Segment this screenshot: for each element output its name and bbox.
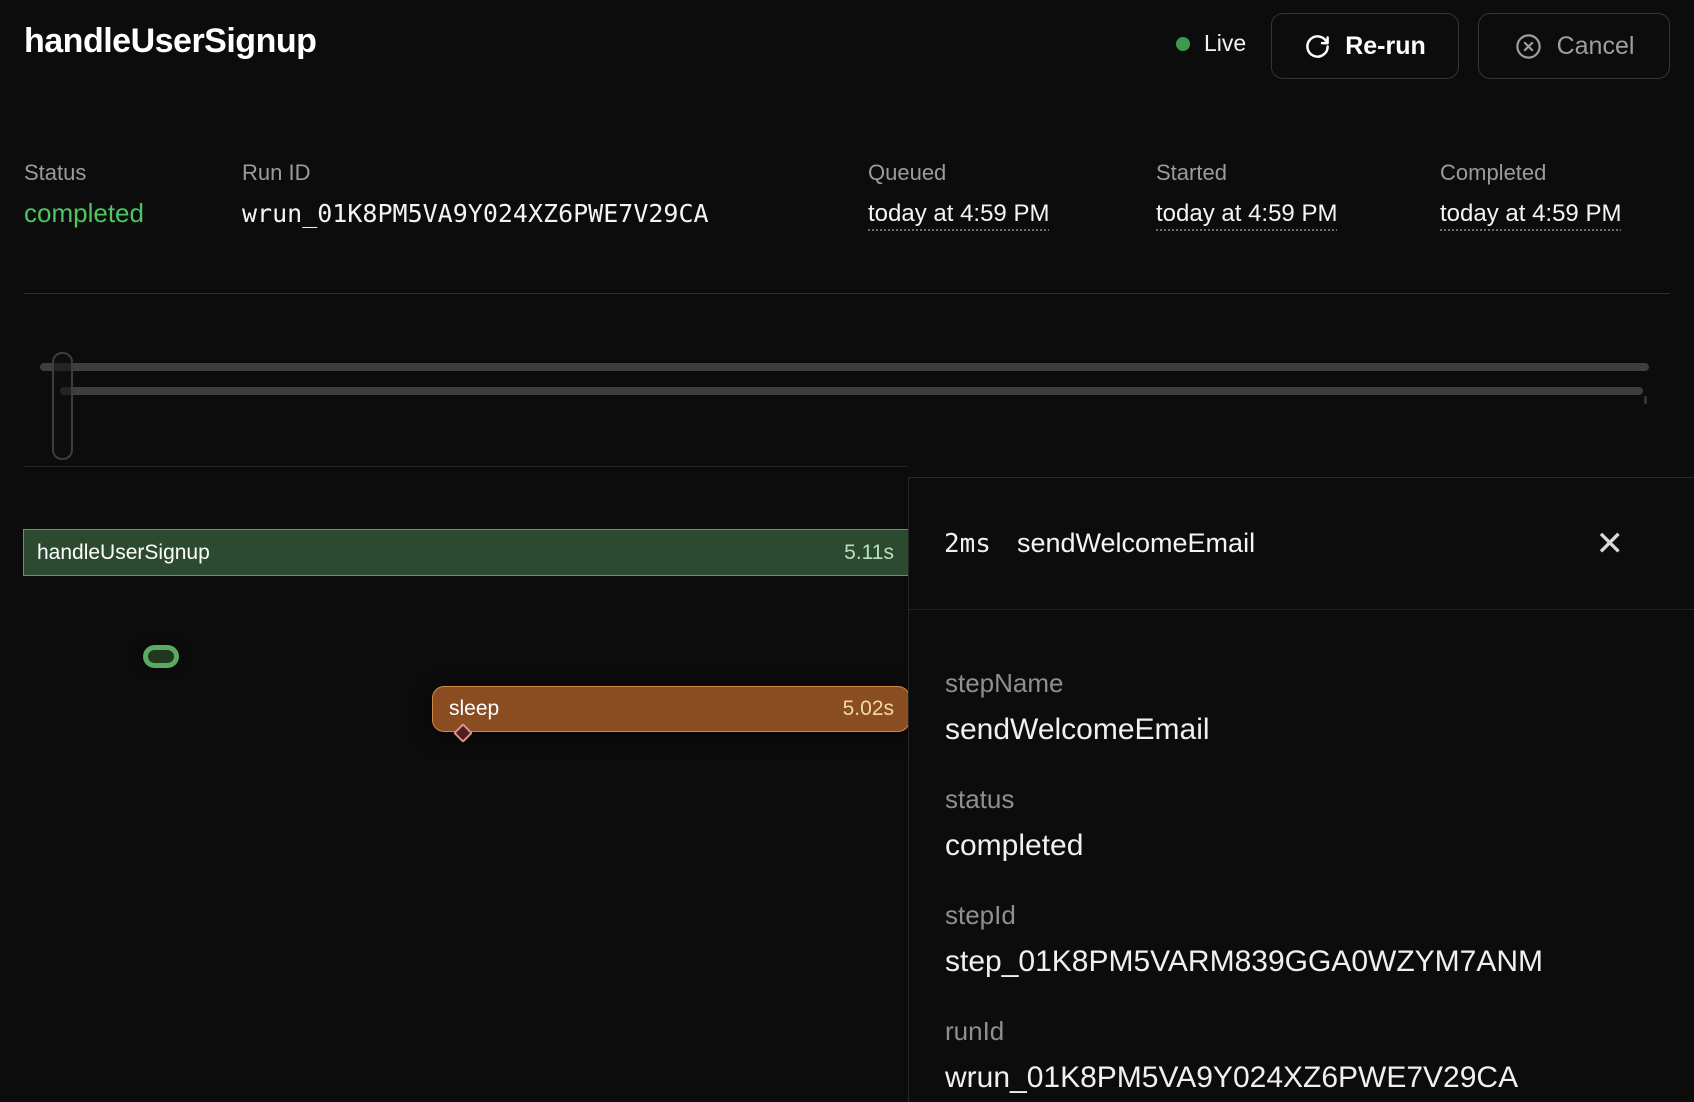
field-value: wrun_01K8PM5VA9Y024XZ6PWE7V29CA bbox=[945, 1058, 1664, 1098]
minimap-marker-tick bbox=[1644, 396, 1647, 404]
field-value: completed bbox=[945, 826, 1664, 866]
run-id-label: Run ID bbox=[242, 160, 310, 186]
page-title: handleUserSignup bbox=[24, 22, 316, 61]
minimap-root-span-bar bbox=[40, 363, 1649, 371]
step-detail-header: 2ms sendWelcomeEmail ✕ bbox=[909, 478, 1694, 610]
step-field: runId wrun_01K8PM5VA9Y024XZ6PWE7V29CA bbox=[945, 1014, 1664, 1098]
completed-label: Completed bbox=[1440, 160, 1546, 186]
gantt-bar-label: handleUserSignup bbox=[37, 541, 210, 565]
header-divider bbox=[24, 293, 1670, 294]
step-field: stepId step_01K8PM5VARM839GGA0WZYM7ANM bbox=[945, 898, 1664, 982]
gantt-bar-duration: 5.02s bbox=[843, 697, 894, 721]
queued-label: Queued bbox=[868, 160, 946, 186]
minimap-sleep-span-bar bbox=[60, 387, 1643, 395]
gantt-bar-handleUserSignup[interactable]: handleUserSignup 5.11s bbox=[23, 529, 910, 576]
started-label: Started bbox=[1156, 160, 1227, 186]
field-label: runId bbox=[945, 1014, 1664, 1048]
status-value: completed bbox=[24, 198, 144, 229]
live-label: Live bbox=[1204, 30, 1246, 57]
run-id-value: wrun_01K8PM5VA9Y024XZ6PWE7V29CA bbox=[242, 199, 709, 228]
field-value: sendWelcomeEmail bbox=[945, 710, 1664, 750]
step-detail-panel: 2ms sendWelcomeEmail ✕ stepName sendWelc… bbox=[908, 477, 1694, 1102]
field-value: step_01K8PM5VARM839GGA0WZYM7ANM bbox=[945, 942, 1664, 982]
live-indicator: Live bbox=[1176, 30, 1246, 57]
step-duration-badge: 2ms bbox=[944, 529, 991, 559]
gantt-bar-sleep[interactable]: sleep 5.02s bbox=[432, 686, 910, 732]
step-detail-title: sendWelcomeEmail bbox=[1017, 528, 1255, 559]
field-label: status bbox=[945, 782, 1664, 816]
workflow-run-page: handleUserSignup Live Re-run Cancel Stat… bbox=[0, 0, 1694, 1102]
status-label: Status bbox=[24, 160, 86, 186]
gantt-top-divider bbox=[24, 466, 908, 467]
gantt-bar-label: sleep bbox=[449, 697, 499, 721]
started-value[interactable]: today at 4:59 PM bbox=[1156, 200, 1337, 228]
step-field: stepName sendWelcomeEmail bbox=[945, 666, 1664, 750]
cancel-button[interactable]: Cancel bbox=[1478, 13, 1670, 79]
field-label: stepId bbox=[945, 898, 1664, 932]
cancel-button-label: Cancel bbox=[1557, 32, 1635, 61]
queued-value[interactable]: today at 4:59 PM bbox=[868, 200, 1049, 228]
gantt-bar-duration: 5.11s bbox=[844, 541, 894, 565]
live-status-dot-icon bbox=[1176, 37, 1190, 51]
rerun-button-label: Re-run bbox=[1345, 32, 1426, 61]
rerun-button[interactable]: Re-run bbox=[1271, 13, 1459, 79]
field-label: stepName bbox=[945, 666, 1664, 700]
timeline-zoom-handle[interactable] bbox=[52, 352, 73, 460]
refresh-icon bbox=[1304, 33, 1331, 60]
close-icon[interactable]: ✕ bbox=[1592, 523, 1629, 565]
gantt-bar-sendWelcomeEmail[interactable] bbox=[143, 645, 179, 668]
completed-value[interactable]: today at 4:59 PM bbox=[1440, 200, 1621, 228]
step-detail-body: stepName sendWelcomeEmail status complet… bbox=[909, 610, 1694, 1098]
cancel-circle-x-icon bbox=[1514, 32, 1543, 61]
step-field: status completed bbox=[945, 782, 1664, 866]
